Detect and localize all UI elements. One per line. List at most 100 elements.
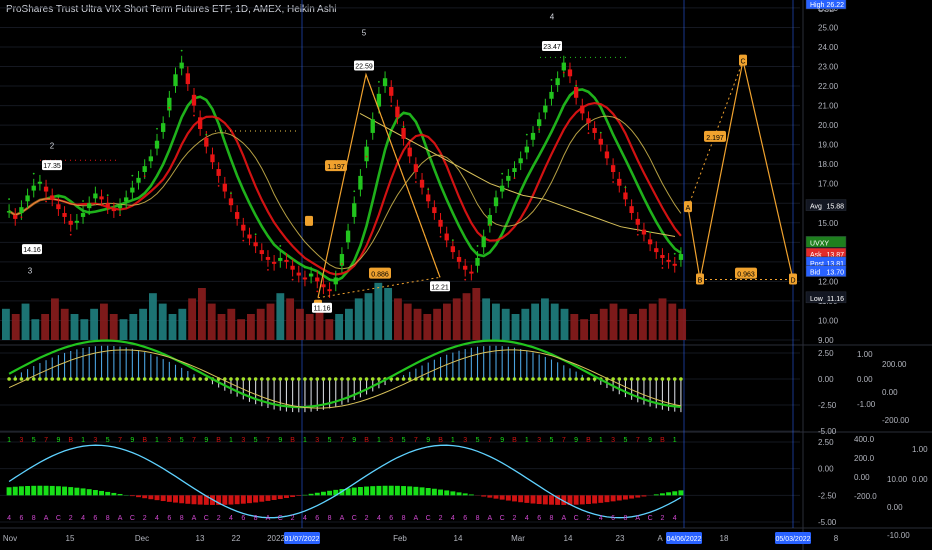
osc2-histogram-bar [653, 494, 659, 496]
osc1-zero-dot [7, 377, 11, 381]
osc1-zero-dot [290, 377, 295, 381]
chart-canvas[interactable]: CAB D1.1970.8862.1970.96317.3514.1622.591… [0, 0, 932, 550]
osc1-zero-dot [50, 377, 55, 381]
trend-dot [612, 181, 615, 183]
candle-body [610, 165, 616, 172]
trend-dot [279, 245, 282, 247]
osc1-zero-dot [192, 377, 196, 381]
osc2-histogram-bar [246, 495, 252, 504]
osc2-histogram-bar [191, 495, 197, 505]
volume-bar [403, 303, 412, 340]
osc2-tick-label: -2.50 [818, 491, 837, 500]
osc1-zero-dot [253, 377, 258, 381]
osc2-count-label: 6 [19, 515, 23, 522]
osc2-count-label: 1 [451, 437, 455, 444]
volume-bar [580, 319, 589, 340]
price-badge-value: 13.70 [826, 270, 844, 277]
osc2-count-label: 7 [562, 437, 566, 444]
osc2-histogram-bar [505, 495, 511, 501]
osc2-count-label: B [364, 437, 369, 444]
volume-bar [70, 314, 79, 340]
osc2-histogram-bar [518, 495, 524, 503]
candle-body [623, 192, 628, 200]
time-axis[interactable]: Nov 15 Dec 13 22 2022 Feb 14 Mar 14 23 A 18 8 01/07/20… [3, 532, 839, 544]
osc2-histogram-bar [610, 495, 616, 502]
candle-body [136, 177, 141, 183]
osc2-count-label: 5 [106, 437, 110, 444]
candle-body [352, 203, 357, 217]
osc1-zero-dot [370, 377, 375, 381]
osc1-zero-dot [629, 377, 634, 381]
trend-dot [525, 133, 528, 136]
osc2-histogram-bar [376, 485, 382, 496]
osc2-histogram-bar [18, 486, 24, 496]
osc1-zero-dot [340, 377, 344, 381]
osc2-histogram-bar [407, 486, 413, 496]
osc2-count-label: C [574, 515, 579, 522]
candle-body [358, 175, 363, 190]
candle-body [80, 213, 86, 217]
osc2-count-label: B [438, 437, 443, 444]
osc2-count-label: 4 [81, 515, 85, 522]
osc2-histogram-bar [622, 495, 628, 500]
volume-bar [345, 308, 353, 340]
trend-dot [230, 192, 232, 195]
osc2-histogram-bar [629, 495, 635, 499]
osc2-right-tick: 10.00 [887, 475, 908, 484]
osc2-right-tick: 400.0 [854, 435, 875, 444]
wave-count-label: 3 [28, 267, 33, 276]
osc2-histogram-bar [290, 495, 296, 497]
candle-body [438, 219, 443, 227]
osc2-count-label: 5 [32, 437, 36, 444]
price-tick-label: 18.00 [818, 160, 839, 169]
osc2-histogram-bar [592, 495, 598, 504]
volume-bar [188, 298, 197, 340]
osc1-zero-dot [31, 377, 36, 381]
candle-body [567, 69, 573, 77]
osc2-count-label: 2 [365, 515, 369, 522]
candle-body [179, 62, 184, 69]
volume-bar [364, 293, 373, 340]
osc1-zero-dot [87, 377, 92, 381]
osc2-count-label: 1 [303, 437, 307, 444]
trend-dot [168, 106, 171, 109]
price-badge-value: 26.22 [826, 2, 844, 9]
volume-bar [296, 308, 304, 340]
volume-bar [668, 303, 677, 340]
osc2-count-label: 1 [155, 437, 159, 444]
candle-body [419, 179, 425, 188]
swing-price-value: 23.47 [543, 44, 561, 51]
pattern-ratio-value: 1.197 [327, 164, 345, 171]
volume-bar [325, 319, 334, 340]
osc2-histogram-bar [160, 495, 166, 502]
trend-dot [636, 233, 639, 236]
trend-dot [562, 71, 565, 74]
osc2-count-label: 6 [463, 515, 467, 522]
osc2-count-label: 8 [550, 515, 554, 522]
candle-body [50, 195, 55, 200]
osc2-right-tick: 200.0 [854, 454, 875, 463]
osc2-right-tick: 0.00 [912, 475, 928, 484]
osc1-zero-dot [451, 377, 455, 381]
osc1-zero-dot [321, 377, 326, 381]
osc2-histogram-bar [499, 495, 505, 500]
volume-bar [80, 319, 89, 340]
volume-bar [354, 298, 363, 340]
trend-dot [378, 80, 380, 83]
candle-body [432, 207, 437, 214]
trend-dot [193, 114, 195, 117]
oscillator-pane-1: 2.50 0.00 -2.50 -5.00 1.00 0.00 -1.00 200.00 0.0… [7, 339, 910, 436]
pattern-ratio-value: 0.886 [371, 272, 389, 279]
osc2-count-label: 5 [328, 437, 332, 444]
osc1-zero-dot [173, 377, 178, 381]
osc2-count-label: C [130, 515, 135, 522]
osc2-histogram-bar [142, 495, 148, 499]
osc2-count-label: 3 [93, 437, 97, 444]
candle-body [389, 87, 394, 96]
osc2-histogram-bar [659, 493, 665, 496]
osc2-histogram-bar [49, 485, 55, 496]
candle-body [617, 178, 622, 186]
candle-body [308, 273, 314, 277]
osc2-count-label: B [660, 437, 665, 444]
osc1-zero-dot [574, 377, 578, 381]
